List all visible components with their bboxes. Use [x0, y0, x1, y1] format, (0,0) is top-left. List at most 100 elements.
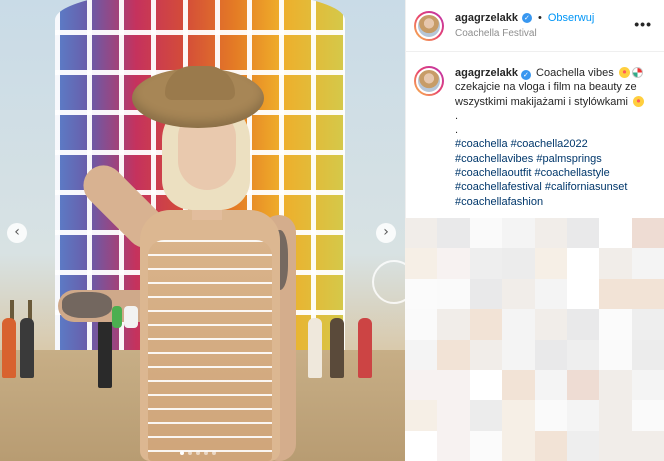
blur-tile	[405, 309, 438, 340]
blur-tile	[405, 430, 438, 461]
blur-tile	[631, 248, 664, 279]
follow-button[interactable]: Obserwuj	[548, 12, 594, 25]
carousel-next-button[interactable]: ›	[376, 223, 396, 243]
hashtag-link[interactable]: #coachella	[455, 138, 508, 150]
hashtag-link[interactable]: #coachellavibes	[455, 153, 533, 165]
hashtag-link[interactable]: #coachellastyle	[535, 167, 610, 179]
festival-goer	[358, 318, 372, 378]
blur-tile	[405, 369, 438, 401]
blur-tile	[631, 400, 664, 431]
pearl-outfit	[148, 240, 272, 461]
blur-tile	[599, 430, 632, 461]
caption-text: Coachella vibes	[536, 67, 614, 79]
carousel-dot	[212, 451, 216, 455]
blur-tile	[469, 248, 503, 279]
chevron-right-icon: ›	[383, 224, 389, 240]
more-options-icon[interactable]: •••	[634, 16, 652, 32]
hashtag-link[interactable]: #coachellafestival	[455, 181, 542, 193]
blur-tile	[502, 248, 535, 279]
separator: •	[537, 11, 542, 24]
caption-text: wszystkimi makijażami i stylówkami	[455, 95, 628, 108]
blur-tile	[631, 278, 664, 310]
hashtag-link[interactable]: #palmsprings	[536, 153, 601, 165]
blur-tile	[631, 339, 664, 370]
blur-tile	[437, 248, 470, 279]
hashtag-link[interactable]: #coachellafashion	[455, 196, 543, 208]
carousel-indicator	[180, 451, 216, 455]
blur-tile	[534, 430, 567, 461]
festival-goer	[2, 318, 16, 378]
festival-goer	[308, 318, 322, 378]
blur-tile	[437, 339, 470, 370]
star-eyes-emoji-icon	[633, 95, 645, 107]
avatar[interactable]	[414, 66, 444, 96]
blur-tile	[469, 309, 503, 340]
hashtag-link[interactable]: #californiasunset	[545, 181, 628, 193]
verified-badge-icon: ✓	[520, 70, 531, 80]
blur-tile	[566, 278, 600, 310]
hat-crown	[165, 66, 235, 100]
blur-tile	[502, 218, 535, 249]
blur-tile	[631, 309, 664, 340]
blur-tile	[566, 309, 600, 340]
blur-tile	[534, 400, 567, 431]
blur-tile	[405, 278, 438, 310]
blur-tile	[437, 218, 470, 249]
wristband	[124, 306, 138, 328]
blur-tile	[631, 369, 664, 401]
blur-tile	[599, 218, 632, 249]
blur-tile	[534, 278, 567, 310]
blur-tile	[405, 248, 438, 279]
blur-tile	[469, 278, 503, 310]
blur-tile	[502, 430, 535, 461]
blur-tile	[534, 369, 567, 401]
lollipop-emoji-icon	[631, 67, 643, 78]
blur-tile	[566, 369, 600, 401]
blur-tile	[631, 218, 664, 249]
blur-tile	[502, 339, 535, 370]
carousel-dot	[188, 451, 192, 455]
festival-goer	[330, 318, 344, 378]
blur-tile	[534, 339, 567, 370]
caption-username[interactable]: agagrzelakk	[455, 67, 518, 79]
blur-tile	[566, 400, 600, 431]
blur-tile	[566, 218, 600, 249]
blur-tile	[502, 278, 535, 310]
post-header: agagrzelakk ✓ • Obserwuj Coachella Festi…	[406, 0, 664, 52]
blur-tile	[534, 309, 567, 340]
tattoo	[62, 292, 112, 318]
blur-tile	[534, 218, 567, 249]
star-eyes-emoji-icon	[618, 67, 630, 78]
hashtag-list: #coachella #coachella2022 #coachellavibe…	[455, 137, 651, 208]
festival-goer	[20, 318, 34, 378]
blur-tile	[502, 400, 535, 431]
verified-badge-icon: ✓	[521, 13, 532, 24]
hashtag-link[interactable]: #coachellaoutfit	[455, 167, 531, 179]
blur-tile	[599, 339, 632, 370]
festival-goer	[98, 318, 112, 388]
blur-tile	[469, 400, 503, 431]
carousel-dot	[204, 451, 208, 455]
chevron-left-icon: ‹	[14, 224, 20, 240]
caption-dot: .	[455, 109, 459, 122]
carousel-prev-button[interactable]: ‹	[7, 223, 27, 243]
blur-tile	[405, 400, 438, 431]
blur-tile	[469, 339, 503, 370]
blur-tile	[469, 369, 503, 401]
author-username[interactable]: agagrzelakk	[455, 12, 518, 25]
blur-tile	[469, 218, 503, 249]
hashtag-link[interactable]: #coachella2022	[511, 138, 588, 150]
blur-tile	[631, 430, 664, 461]
post-location[interactable]: Coachella Festival	[455, 28, 594, 40]
blur-tile	[437, 278, 470, 310]
blur-tile	[566, 430, 600, 461]
post-photo[interactable]: ‹ ›	[0, 0, 405, 461]
carousel-dot	[196, 451, 200, 455]
carousel-dot	[180, 451, 184, 455]
avatar[interactable]	[414, 10, 444, 41]
post-caption: agagrzelakk ✓ Coachella vibes czekajcie n…	[406, 52, 664, 209]
pixelated-comments-area	[405, 218, 664, 461]
blur-tile	[502, 369, 535, 401]
blur-tile	[599, 248, 632, 279]
blur-tile	[502, 309, 535, 340]
